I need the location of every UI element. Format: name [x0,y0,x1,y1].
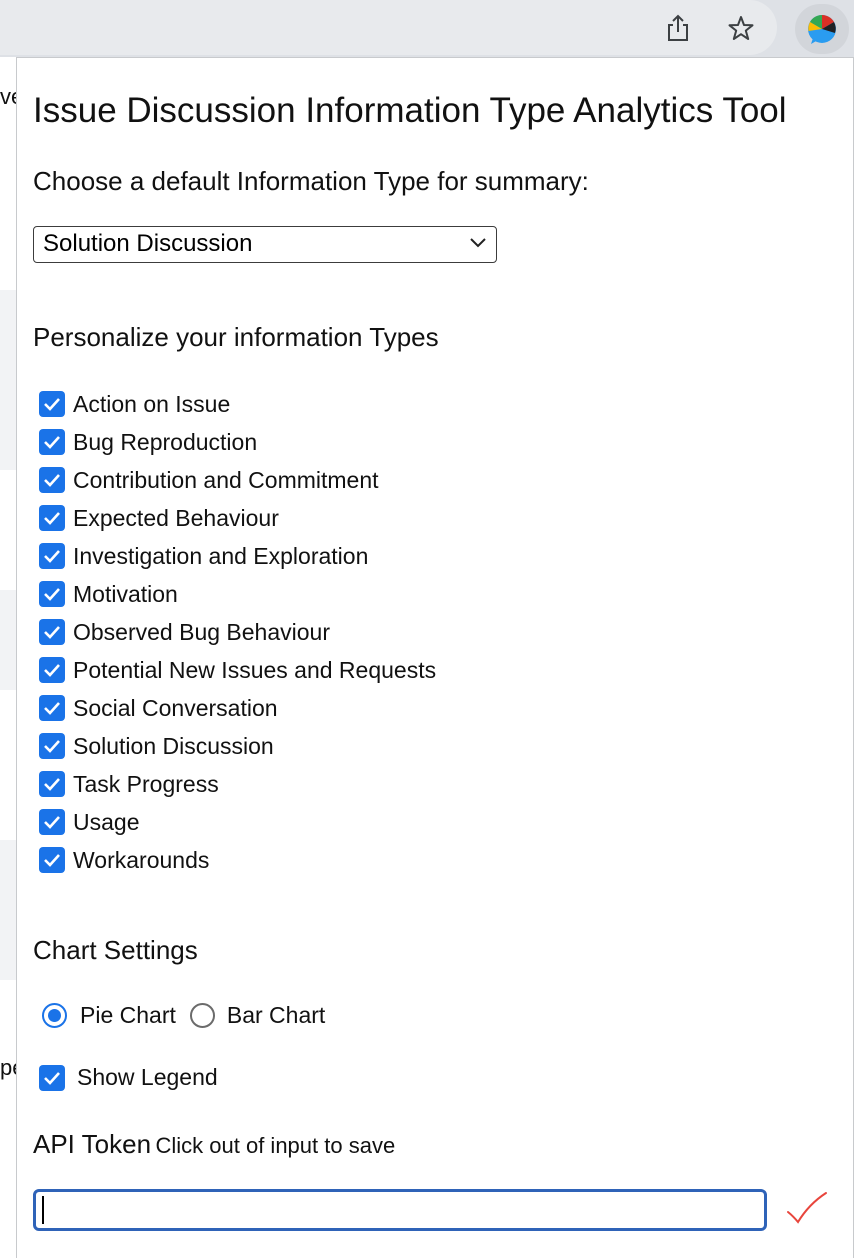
checkbox[interactable] [39,695,65,721]
checkbox[interactable] [39,467,65,493]
information-type-label: Solution Discussion [73,732,274,759]
background-text-fragment: ve [0,84,16,109]
information-type-item[interactable]: Usage [39,803,436,841]
checkmark-icon [44,398,60,411]
checkbox[interactable] [39,771,65,797]
information-type-label: Workarounds [73,846,210,873]
information-type-label: Observed Bug Behaviour [73,618,330,645]
information-type-label: Investigation and Exploration [73,542,369,569]
default-type-selected-value: Solution Discussion [43,230,253,257]
information-type-item[interactable]: Potential New Issues and Requests [39,651,436,689]
information-type-item[interactable]: Bug Reproduction [39,423,436,461]
information-type-label: Usage [73,808,140,835]
star-icon[interactable] [723,10,759,46]
api-token-title: API Token [33,1129,152,1159]
show-legend-label: Show Legend [77,1064,218,1090]
extension-button[interactable] [795,4,849,54]
extension-popup: Issue Discussion Information Type Analyt… [16,57,854,1258]
information-type-list: Action on Issue Bug Reproduction Contrib… [39,385,436,879]
information-type-item[interactable]: Task Progress [39,765,436,803]
api-token-hint: Click out of input to save [155,1133,396,1158]
information-type-label: Social Conversation [73,694,278,721]
checkmark-icon [44,702,60,715]
information-type-label: Potential New Issues and Requests [73,656,437,683]
information-type-item[interactable]: Workarounds [39,841,436,879]
chart-settings-title: Chart Settings [33,935,198,965]
bar-chart-label[interactable]: Bar Chart [227,1002,325,1029]
default-type-label: Choose a default Information Type for su… [33,166,589,196]
checkbox[interactable] [39,543,65,569]
information-type-item[interactable]: Solution Discussion [39,727,436,765]
browser-toolbar [0,0,854,57]
background-panel [0,290,16,470]
checkbox[interactable] [39,619,65,645]
information-type-label: Contribution and Commitment [73,466,379,493]
saved-check-icon [787,1192,827,1224]
checkmark-icon [44,816,60,829]
checkmark-icon [44,778,60,791]
checkbox[interactable] [39,847,65,873]
checkbox[interactable] [39,657,65,683]
checkmark-icon [44,740,60,753]
checkbox[interactable] [39,733,65,759]
checkmark-icon [44,550,60,563]
checkbox[interactable] [39,581,65,607]
show-legend-checkbox[interactable] [39,1064,65,1091]
popup-title: Issue Discussion Information Type Analyt… [33,91,787,130]
information-type-item[interactable]: Social Conversation [39,689,436,727]
checkbox[interactable] [39,809,65,835]
checkmark-icon [44,664,60,677]
checkbox[interactable] [39,391,65,417]
information-type-item[interactable]: Motivation [39,575,436,613]
checkmark-icon [44,474,60,487]
checkmark-icon [44,626,60,639]
extension-pie-logo-icon [808,15,836,44]
checkmark-icon [44,1071,60,1085]
share-icon[interactable] [660,10,696,46]
background-panel [0,590,16,690]
personalize-title: Personalize your information Types [33,322,439,352]
checkmark-icon [44,588,60,601]
information-type-item[interactable]: Investigation and Exploration [39,537,436,575]
information-type-label: Bug Reproduction [73,428,258,455]
bar-chart-radio[interactable] [189,1003,215,1028]
information-type-item[interactable]: Observed Bug Behaviour [39,613,436,651]
information-type-label: Expected Behaviour [73,504,279,531]
information-type-item[interactable]: Action on Issue [39,385,436,423]
show-legend-toggle[interactable]: Show Legend [39,1064,218,1091]
checkmark-icon [44,854,60,867]
information-type-item[interactable]: Expected Behaviour [39,499,436,537]
pie-chart-radio[interactable] [42,1003,67,1028]
information-type-label: Action on Issue [73,390,231,417]
api-token-input[interactable] [33,1189,767,1231]
default-type-select[interactable]: Solution Discussion [33,226,497,263]
api-token-heading: API Token Click out of input to save [33,1129,395,1160]
checkbox[interactable] [39,505,65,531]
background-text-fragment: pe [0,1055,16,1080]
text-caret [42,1196,44,1224]
chart-type-group: Pie Chart Bar Chart [42,1002,325,1029]
checkbox[interactable] [39,429,65,455]
checkmark-icon [44,512,60,525]
information-type-label: Task Progress [73,770,219,797]
pie-chart-label[interactable]: Pie Chart [80,1002,176,1029]
information-type-item[interactable]: Contribution and Commitment [39,461,436,499]
background-panel [0,840,16,980]
chevron-down-icon [470,238,486,248]
information-type-label: Motivation [73,580,178,607]
checkmark-icon [44,436,60,449]
